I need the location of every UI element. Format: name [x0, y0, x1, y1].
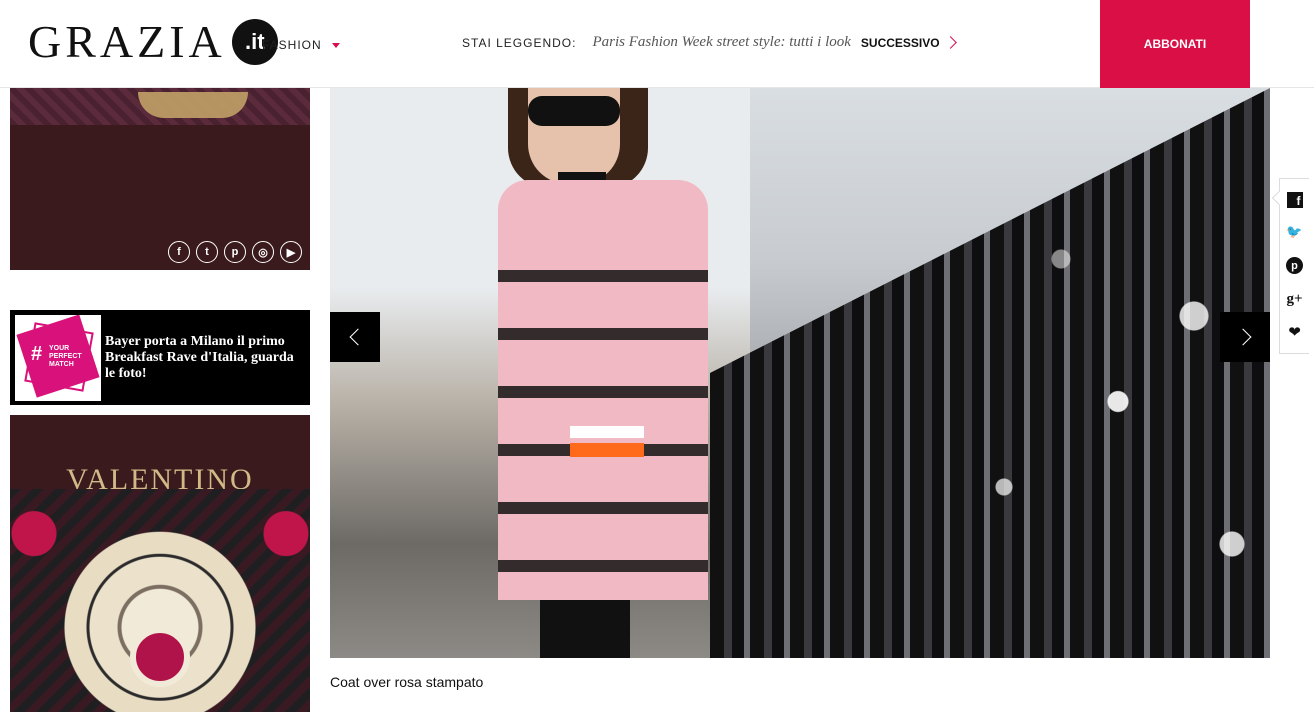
coat-print [498, 248, 708, 578]
caret-down-icon [331, 42, 340, 48]
share-pinterest-button[interactable]: p [1284, 255, 1306, 277]
now-reading-bar: STAI LEGGENDO: Paris Fashion Week street… [462, 34, 957, 51]
next-article-label: SUCCESSIVO [860, 35, 940, 50]
promo-thumb-text: YOUR PERFECT MATCH [49, 344, 82, 368]
share-googleplus-button[interactable]: g+ [1284, 288, 1306, 310]
instagram-icon[interactable]: ◎ [252, 241, 274, 263]
ad-ornament [138, 92, 248, 118]
googleplus-icon: g+ [1286, 290, 1303, 307]
sidebar-ad-valentino[interactable]: VALENTINO [10, 415, 310, 712]
chevron-left-icon [349, 328, 366, 346]
pinterest-icon[interactable]: p [224, 241, 246, 263]
next-article-button[interactable]: SUCCESSIVO [860, 35, 957, 50]
promo-thumbnail: # YOUR PERFECT MATCH [15, 314, 101, 401]
gallery-photo [330, 88, 1270, 658]
share-rail: f 🐦 p g+ ❤ [1271, 178, 1309, 354]
gallery-next-button[interactable] [1220, 312, 1270, 362]
twitter-icon: 🐦 [1286, 225, 1303, 241]
now-reading-label: STAI LEGGENDO: [462, 35, 577, 50]
site-header: GRAZIA .it FASHION STAI LEGGENDO: Paris … [0, 0, 1314, 88]
ad-mandala-center [130, 627, 190, 687]
grazia-logo[interactable]: GRAZIA .it [28, 16, 278, 68]
heart-icon: ❤ [1288, 323, 1301, 342]
share-facebook-button[interactable]: f [1284, 189, 1306, 211]
share-favorite-button[interactable]: ❤ [1284, 321, 1306, 343]
logo-word: GRAZIA [28, 16, 226, 67]
chevron-right-icon [1234, 328, 1251, 346]
facebook-icon[interactable]: f [168, 241, 190, 263]
subscribe-button[interactable]: ABBONATI [1100, 0, 1250, 88]
nav-fashion-label: FASHION [262, 38, 322, 52]
facebook-icon: f [1286, 191, 1303, 208]
coat-orange-stripe [570, 443, 644, 457]
sidebar-promo-link[interactable]: # YOUR PERFECT MATCH Bayer porta a Milan… [10, 310, 310, 405]
coat-white-stripe [570, 426, 644, 438]
nav-fashion-menu[interactable]: FASHION [262, 38, 340, 52]
gallery-prev-button[interactable] [330, 312, 380, 362]
pinterest-icon: p [1286, 257, 1303, 275]
sidebar-ad-top[interactable]: f t p ◎ ▶ [10, 88, 310, 270]
photo-caption: Coat over rosa stampato [330, 674, 484, 690]
promo-thumb-hash: # [31, 342, 43, 365]
person-legs [540, 600, 630, 658]
promo-headline: Bayer porta a Milano il primo Breakfast … [105, 333, 294, 381]
photo-gallery [330, 88, 1270, 658]
ad-social-links: f t p ◎ ▶ [168, 241, 302, 263]
share-twitter-button[interactable]: 🐦 [1284, 222, 1306, 244]
now-reading-title[interactable]: Paris Fashion Week street style: tutti i… [592, 34, 850, 51]
person-sunglasses [528, 96, 620, 126]
chevron-right-icon [943, 36, 957, 49]
youtube-icon[interactable]: ▶ [280, 241, 302, 263]
twitter-icon[interactable]: t [196, 241, 218, 263]
photo-bokeh [890, 88, 1270, 658]
